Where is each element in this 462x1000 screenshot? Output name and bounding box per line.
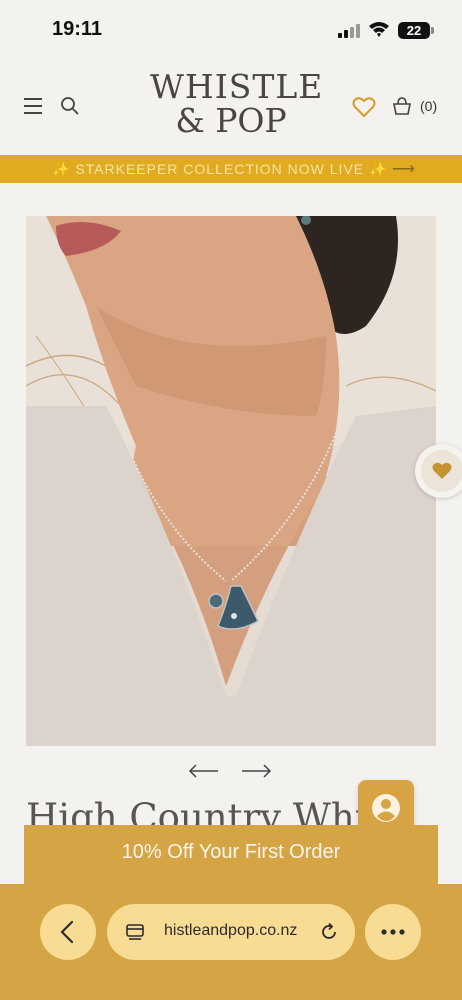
menu-icon[interactable] [24,98,42,114]
wishlist-heart-icon [432,462,452,479]
search-icon[interactable] [60,96,80,116]
wifi-icon [369,22,389,37]
cellular-signal-icon [338,24,360,38]
more-icon [381,929,405,935]
url-text[interactable]: histleandpop.co.nz [164,922,297,940]
reload-icon[interactable] [319,922,339,942]
product-image[interactable] [26,216,436,746]
back-icon [60,920,74,944]
announcement-bar[interactable]: ✨ STARKEEPER COLLECTION NOW LIVE ✨ ⟶ [0,155,462,183]
bag-icon[interactable] [392,96,412,116]
carousel-next-arrow[interactable] [240,762,272,780]
battery-tip [431,27,434,34]
browser-back-button[interactable] [40,904,96,960]
announcement-arrow-icon[interactable]: ⟶ [392,159,415,179]
announcement-text: ✨ STARKEEPER COLLECTION NOW LIVE ✨ [52,161,388,177]
battery-indicator: 22 [398,22,430,39]
carousel-prev-arrow[interactable] [188,762,220,780]
logo-line-1: WHISTLE [150,67,324,106]
site-logo[interactable]: WHISTLE & POP [150,67,324,140]
site-header: WHISTLE & POP (0) [0,62,462,154]
tabs-icon[interactable] [125,922,145,942]
wishlist-button[interactable] [415,444,462,498]
browser-more-button[interactable] [365,904,421,960]
browser-toolbar: histleandpop.co.nz [0,884,462,1000]
address-bar[interactable]: histleandpop.co.nz [107,904,355,960]
wishlist-button-inner [421,450,462,492]
heart-icon[interactable] [352,96,376,118]
promo-text: 10% Off Your First Order [121,841,341,863]
cart-count[interactable]: (0) [420,98,437,114]
status-bar: 19:11 22 [0,0,462,62]
status-time: 19:11 [52,18,103,40]
promo-banner[interactable]: 10% Off Your First Order [24,825,438,887]
logo-line-2: & POP [175,101,287,140]
product-photo [26,216,436,746]
